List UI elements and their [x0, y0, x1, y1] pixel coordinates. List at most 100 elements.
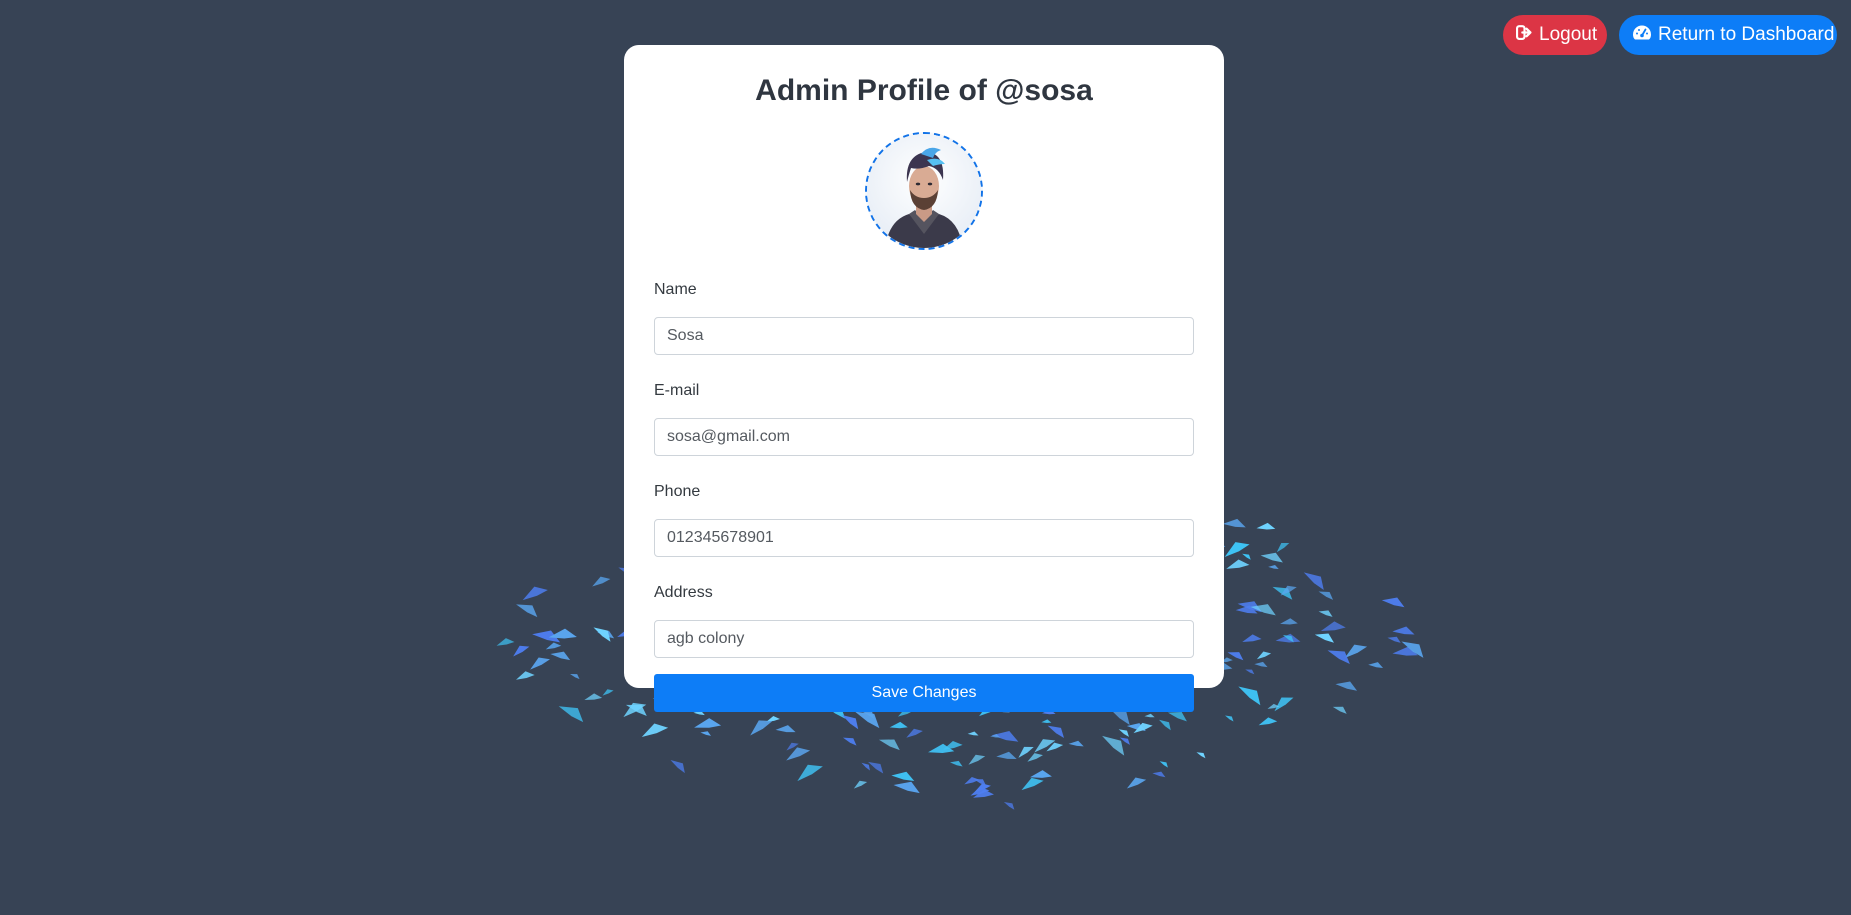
email-label: E-mail	[654, 382, 700, 399]
bird-shape	[1027, 753, 1043, 762]
bird-shape	[786, 747, 811, 761]
bird-shape	[496, 638, 515, 646]
bird-shape	[1387, 636, 1401, 643]
bird-shape	[1226, 559, 1250, 569]
bird-shape	[1196, 752, 1206, 759]
address-label: Address	[654, 584, 713, 601]
bird-shape	[1276, 543, 1290, 553]
bird-shape	[516, 671, 535, 680]
bird-shape	[842, 737, 857, 746]
bird-shape	[700, 731, 712, 736]
logout-button[interactable]: Logout	[1503, 15, 1607, 55]
bird-shape	[1222, 518, 1246, 528]
bird-shape	[1318, 610, 1333, 617]
bird-shape	[1332, 706, 1347, 714]
address-input[interactable]	[654, 620, 1194, 658]
bird-shape	[775, 725, 796, 733]
sign-out-icon	[1516, 24, 1533, 47]
admin-profile-card: Admin Profile of @sosa Name Sosa E-mail …	[624, 45, 1224, 712]
bird-shape	[1258, 717, 1278, 726]
bird-shape	[1242, 634, 1262, 642]
bird-shape	[1268, 564, 1279, 570]
bird-shape	[1047, 725, 1065, 739]
logout-label: Logout	[1539, 24, 1598, 45]
page-title: Admin Profile of @sosa	[755, 74, 1093, 107]
tachometer-icon	[1632, 24, 1652, 47]
phone-field-group: Phone	[654, 482, 1194, 557]
bird-shape	[891, 771, 915, 781]
bird-shape	[1335, 681, 1358, 691]
bird-shape	[1256, 651, 1272, 660]
name-input[interactable]	[654, 317, 1194, 355]
bird-shape	[1068, 740, 1084, 747]
bird-shape	[1118, 729, 1129, 737]
bird-shape	[550, 651, 571, 661]
bird-shape	[1280, 618, 1298, 625]
return-to-dashboard-label: Return to Dashboard	[1658, 24, 1835, 45]
bird-shape	[1144, 713, 1155, 718]
bird-shape	[570, 673, 580, 680]
bird-shape	[1245, 669, 1255, 675]
bird-shape	[1392, 626, 1415, 635]
bird-shape	[1368, 662, 1384, 668]
bird-shape	[906, 728, 923, 738]
bird-shape	[602, 689, 614, 696]
bird-shape	[1256, 522, 1276, 530]
bird-shape	[1303, 572, 1324, 591]
bird-shape	[1238, 686, 1261, 706]
bird-shape	[694, 718, 722, 728]
bird-shape	[592, 576, 611, 587]
bird-shape	[996, 751, 1017, 760]
bird-shape	[670, 760, 685, 774]
bird-shape	[797, 764, 823, 782]
bird-shape	[1242, 553, 1251, 560]
bird-shape	[530, 657, 551, 670]
bird-shape	[868, 761, 884, 774]
save-changes-button[interactable]: Save Changes	[654, 674, 1194, 712]
bird-shape	[593, 627, 611, 642]
bird-shape	[516, 604, 538, 618]
bird-shape	[558, 706, 584, 723]
bird-shape	[861, 762, 870, 771]
bird-shape	[750, 720, 773, 736]
bird-shape	[1126, 777, 1147, 789]
bird-shape	[641, 723, 669, 737]
bird-shape	[1254, 661, 1268, 668]
avatar-portrait-icon	[867, 134, 981, 248]
phone-input[interactable]	[654, 519, 1194, 557]
bird-shape	[1152, 771, 1166, 778]
bird-shape	[522, 586, 548, 601]
name-label: Name	[654, 281, 697, 298]
bird-shape	[1034, 739, 1056, 753]
bird-shape	[1003, 801, 1015, 810]
bird-shape	[545, 642, 562, 650]
bird-shape	[1274, 697, 1294, 712]
bird-shape	[889, 721, 908, 729]
bird-shape	[1030, 770, 1052, 778]
bird-shape	[949, 760, 963, 767]
bird-shape	[968, 754, 986, 765]
bird-shape	[1225, 715, 1234, 722]
avatar[interactable]	[865, 132, 983, 250]
bird-shape	[967, 731, 979, 736]
bird-shape	[1159, 761, 1168, 768]
bird-shape	[1018, 746, 1034, 758]
bird-shape	[1272, 586, 1293, 600]
address-field-group: Address	[654, 583, 1194, 658]
top-actions: Logout Return to Dashboard	[1503, 15, 1837, 55]
bird-shape	[1314, 633, 1334, 643]
email-input[interactable]	[654, 418, 1194, 456]
email-field-group: E-mail	[654, 381, 1194, 456]
bird-shape	[1041, 719, 1052, 723]
bird-shape	[853, 780, 868, 789]
page: Logout Return to Dashboard Admin Profile…	[0, 0, 1851, 915]
bird-shape	[1320, 621, 1346, 631]
profile-form: Name E-mail Phone Address Save Changes	[654, 280, 1194, 712]
return-to-dashboard-button[interactable]: Return to Dashboard	[1619, 15, 1837, 55]
bird-shape	[1381, 597, 1405, 608]
bird-shape	[878, 739, 900, 751]
bird-shape	[1260, 552, 1283, 563]
bird-shape	[1318, 591, 1334, 600]
name-field-group: Name	[654, 280, 1194, 355]
bird-shape	[513, 645, 530, 657]
